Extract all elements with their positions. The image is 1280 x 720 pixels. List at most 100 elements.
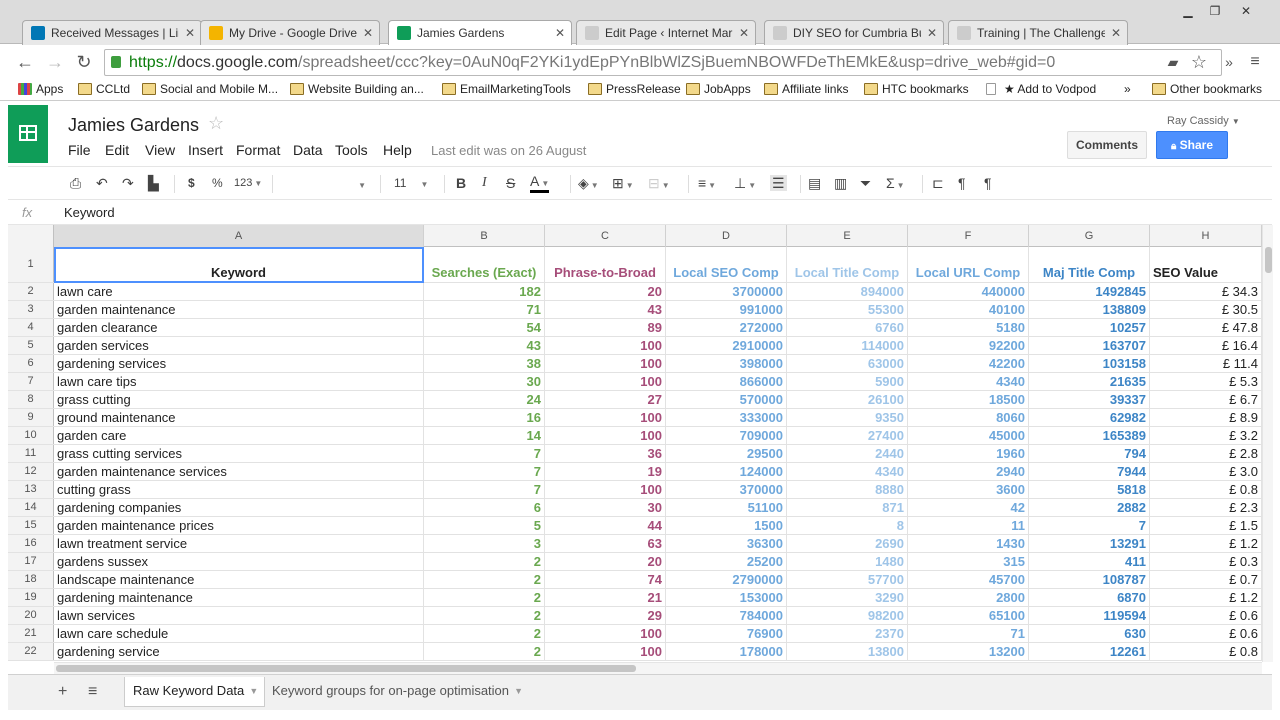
table-cell[interactable]: 709000 [666, 427, 787, 444]
table-cell[interactable]: 7 [424, 463, 545, 480]
browser-tab[interactable]: Jamies Gardens ✕ [388, 20, 572, 45]
table-cell[interactable]: garden care [54, 427, 424, 444]
forward-arrow-icon[interactable]: → [44, 52, 66, 74]
table-cell[interactable]: 19 [545, 463, 666, 480]
table-cell[interactable]: £ 6.7 [1150, 391, 1262, 408]
table-cell[interactable]: 13800 [787, 643, 908, 660]
table-cell[interactable]: 45700 [908, 571, 1029, 588]
freeze-icon[interactable]: ⊏ [932, 175, 944, 191]
add-sheet-button[interactable]: + [58, 683, 67, 701]
table-cell[interactable]: 153000 [666, 589, 787, 606]
table-cell[interactable]: 5900 [787, 373, 908, 390]
sheets-logo-icon[interactable] [8, 105, 48, 163]
table-cell[interactable]: 2370 [787, 625, 908, 642]
table-cell[interactable]: 11 [908, 517, 1029, 534]
table-cell[interactable]: £ 8.9 [1150, 409, 1262, 426]
table-cell[interactable]: £ 16.4 [1150, 337, 1262, 354]
font-family-dropdown[interactable]: ▼ [284, 175, 366, 194]
table-cell[interactable]: 39337 [1029, 391, 1150, 408]
table-cell[interactable]: 71 [424, 301, 545, 318]
table-cell[interactable]: 3 [424, 535, 545, 552]
table-cell[interactable]: 89 [545, 319, 666, 336]
table-cell[interactable]: 411 [1029, 553, 1150, 570]
bookmark-item[interactable]: ★ Add to Vodpod [986, 82, 1096, 96]
tab-close-icon[interactable]: ✕ [185, 21, 195, 45]
select-all-corner[interactable] [8, 225, 54, 247]
row-number[interactable]: 2 [8, 283, 54, 300]
table-cell[interactable]: 38 [424, 355, 545, 372]
comments-button[interactable]: Comments [1067, 131, 1147, 159]
table-cell[interactable]: £ 1.5 [1150, 517, 1262, 534]
table-cell[interactable]: garden maintenance [54, 301, 424, 318]
bookmark-item[interactable]: HTC bookmarks [864, 82, 969, 96]
column-header[interactable]: F [908, 225, 1029, 247]
table-cell[interactable]: 44 [545, 517, 666, 534]
extensions-overflow-icon[interactable]: » [1218, 52, 1240, 74]
column-title-cell[interactable]: SEO Value [1150, 247, 1262, 282]
table-cell[interactable]: grass cutting [54, 391, 424, 408]
vertical-scrollbar[interactable] [1262, 225, 1273, 662]
row-number[interactable]: 8 [8, 391, 54, 408]
table-cell[interactable]: 272000 [666, 319, 787, 336]
table-cell[interactable]: 27400 [787, 427, 908, 444]
table-cell[interactable]: £ 2.8 [1150, 445, 1262, 462]
bookmark-item[interactable]: EmailMarketingTools [442, 82, 571, 96]
table-cell[interactable]: 29 [545, 607, 666, 624]
row-number[interactable]: 4 [8, 319, 54, 336]
column-header[interactable]: C [545, 225, 666, 247]
horizontal-scrollbar[interactable] [54, 662, 1262, 674]
table-cell[interactable]: 92200 [908, 337, 1029, 354]
table-cell[interactable]: 65100 [908, 607, 1029, 624]
table-cell[interactable]: £ 1.2 [1150, 535, 1262, 552]
table-cell[interactable]: 108787 [1029, 571, 1150, 588]
column-header[interactable]: H [1150, 225, 1262, 247]
table-cell[interactable]: 55300 [787, 301, 908, 318]
column-title-cell[interactable]: Keyword [54, 247, 424, 282]
horizontal-scroll-thumb[interactable] [56, 665, 636, 672]
row-number[interactable]: 11 [8, 445, 54, 462]
column-header[interactable]: B [424, 225, 545, 247]
row-number[interactable]: 22 [8, 643, 54, 660]
table-cell[interactable]: 42 [908, 499, 1029, 516]
table-cell[interactable]: grass cutting services [54, 445, 424, 462]
table-cell[interactable]: 866000 [666, 373, 787, 390]
table-cell[interactable]: 13200 [908, 643, 1029, 660]
minimize-button[interactable]: ▁ [1176, 2, 1200, 20]
table-cell[interactable]: 7 [424, 481, 545, 498]
tab-close-icon[interactable]: ✕ [555, 21, 565, 45]
table-cell[interactable]: £ 0.7 [1150, 571, 1262, 588]
table-cell[interactable]: 100 [545, 355, 666, 372]
font-size-dropdown[interactable]: 11 ▼ [394, 175, 428, 193]
row-number[interactable]: 16 [8, 535, 54, 552]
menu-item-view[interactable]: View [145, 142, 175, 158]
undo-icon[interactable]: ↶ [96, 175, 108, 191]
formula-content[interactable]: Keyword [64, 205, 115, 220]
spreadsheet-grid[interactable]: ABCDEFGH 1 Keyword Searches (Exact) Phrase-… [8, 225, 1262, 662]
table-cell[interactable]: 20 [545, 553, 666, 570]
table-cell[interactable]: 40100 [908, 301, 1029, 318]
table-cell[interactable]: 3600 [908, 481, 1029, 498]
table-cell[interactable]: 630 [1029, 625, 1150, 642]
table-cell[interactable]: £ 3.0 [1150, 463, 1262, 480]
table-cell[interactable]: 30 [424, 373, 545, 390]
table-cell[interactable]: 119594 [1029, 607, 1150, 624]
insert-chart-icon[interactable]: ▥ [834, 175, 847, 191]
table-cell[interactable]: 6760 [787, 319, 908, 336]
table-cell[interactable]: 14 [424, 427, 545, 444]
table-cell[interactable]: £ 34.3 [1150, 283, 1262, 300]
table-cell[interactable]: 2 [424, 571, 545, 588]
table-cell[interactable]: 74 [545, 571, 666, 588]
table-cell[interactable]: 100 [545, 643, 666, 660]
column-header[interactable]: E [787, 225, 908, 247]
star-icon[interactable]: ☆ [208, 113, 224, 134]
table-cell[interactable]: 315 [908, 553, 1029, 570]
table-cell[interactable]: 7 [1029, 517, 1150, 534]
close-window-button[interactable]: ✕ [1234, 2, 1258, 20]
table-cell[interactable]: gardening maintenance [54, 589, 424, 606]
table-cell[interactable]: 3290 [787, 589, 908, 606]
table-cell[interactable]: 20 [545, 283, 666, 300]
table-cell[interactable]: 8060 [908, 409, 1029, 426]
table-cell[interactable]: gardening service [54, 643, 424, 660]
filter-icon[interactable]: ⏷ [860, 175, 871, 191]
table-cell[interactable]: £ 5.3 [1150, 373, 1262, 390]
